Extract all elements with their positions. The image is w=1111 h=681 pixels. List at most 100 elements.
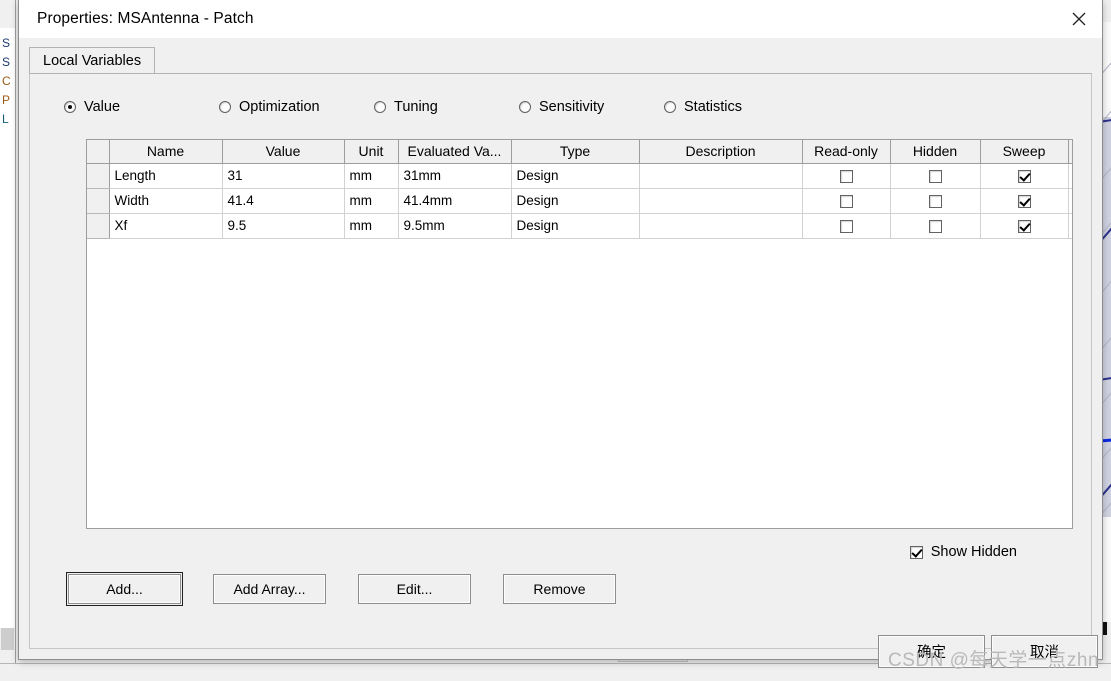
hidden-checkbox[interactable] [928,219,942,233]
row-selector[interactable] [87,188,110,214]
ok-button-label: 确定 [917,645,946,661]
edit-button-label: Edit... [396,581,433,597]
cell-name[interactable]: Width [109,188,223,214]
cell-read-only[interactable] [802,188,891,214]
radio-tuning[interactable]: Tuning [374,99,519,115]
tab-local-variables[interactable]: Local Variables [29,47,156,74]
add-array-button-label: Add Array... [233,581,306,597]
remove-button-label: Remove [533,581,586,597]
read-only-checkbox[interactable] [839,194,853,208]
radio-indicator [374,101,386,113]
table-body: Length 31 mm 31mm Design Width 41.4 mm 4… [87,163,1072,239]
cell-hidden[interactable] [890,188,981,214]
cell-description[interactable] [639,163,803,189]
dialog-confirm-buttons: 确定 取消 [878,635,1098,668]
cell-value[interactable]: 41.4 [222,188,345,214]
cell-name[interactable]: Length [109,163,223,189]
col-header-description[interactable]: Description [639,140,803,164]
col-header-evaluated-value[interactable]: Evaluated Va... [398,140,512,164]
cell-evaluated[interactable]: 41.4mm [398,188,512,214]
cell-spacer [1068,163,1072,189]
tree-item[interactable]: S [0,53,15,72]
add-button-label: Add... [106,581,143,597]
cell-evaluated[interactable]: 9.5mm [398,213,512,239]
sweep-checkbox[interactable] [1017,169,1031,183]
cell-hidden[interactable] [890,163,981,189]
cell-type[interactable]: Design [511,163,640,189]
background-left-toolbar [0,0,16,28]
remove-button[interactable]: Remove [503,574,616,604]
tree-item[interactable]: S [0,34,15,53]
table-row[interactable]: Length 31 mm 31mm Design [87,163,1072,189]
mode-radio-group: Value Optimization Tuning Sensitivity St… [64,94,1081,120]
col-header-unit[interactable]: Unit [344,140,399,164]
cancel-button[interactable]: 取消 [991,635,1098,668]
tab-panel-local-variables: Value Optimization Tuning Sensitivity St… [29,73,1092,649]
tree-item[interactable]: C [0,72,15,91]
cell-sweep[interactable] [980,213,1069,239]
radio-label: Value [84,99,121,115]
add-array-button[interactable]: Add Array... [213,574,326,604]
col-header-type[interactable]: Type [511,140,640,164]
add-button[interactable]: Add... [66,572,183,606]
col-header-name[interactable]: Name [109,140,223,164]
row-selector-header[interactable] [87,140,110,164]
edit-button[interactable]: Edit... [358,574,471,604]
read-only-checkbox[interactable] [839,169,853,183]
cell-name[interactable]: Xf [109,213,223,239]
radio-statistics[interactable]: Statistics [664,99,742,115]
cancel-button-label: 取消 [1030,645,1059,661]
ok-button[interactable]: 确定 [878,635,985,668]
dialog-body: Local Variables Value Optimization Tunin… [19,38,1102,659]
grid-empty-area[interactable] [87,238,1072,528]
tab-label: Local Variables [43,53,142,69]
cell-read-only[interactable] [802,163,891,189]
cell-value[interactable]: 31 [222,163,345,189]
radio-label: Sensitivity [539,99,605,115]
table-header-row: Name Value Unit Evaluated Va... Type Des… [87,140,1072,164]
row-selector[interactable] [87,163,110,189]
radio-sensitivity[interactable]: Sensitivity [519,99,664,115]
cell-unit[interactable]: mm [344,163,399,189]
scrollbar-thumb[interactable] [1,628,14,650]
cell-sweep[interactable] [980,163,1069,189]
show-hidden-checkbox[interactable] [909,545,923,559]
cell-type[interactable]: Design [511,213,640,239]
cell-unit[interactable]: mm [344,188,399,214]
radio-optimization[interactable]: Optimization [219,99,374,115]
cell-hidden[interactable] [890,213,981,239]
variables-grid[interactable]: Name Value Unit Evaluated Va... Type Des… [86,139,1073,529]
tab-strip: Local Variables [29,47,1092,74]
read-only-checkbox[interactable] [839,219,853,233]
row-selector[interactable] [87,213,110,239]
radio-value[interactable]: Value [64,99,219,115]
show-hidden-checkbox-row[interactable]: Show Hidden [909,544,1017,560]
table-row[interactable]: Width 41.4 mm 41.4mm Design [87,188,1072,214]
variables-table: Name Value Unit Evaluated Va... Type Des… [87,140,1072,239]
cell-description[interactable] [639,188,803,214]
tree-item[interactable]: L [0,110,15,129]
col-header-read-only[interactable]: Read-only [802,140,891,164]
cell-unit[interactable]: mm [344,213,399,239]
cell-evaluated[interactable]: 31mm [398,163,512,189]
radio-indicator [64,101,76,113]
dialog-title: Properties: MSAntenna - Patch [37,10,254,27]
background-project-tree[interactable]: S S C P L [0,28,16,628]
close-icon[interactable] [1056,0,1102,38]
sweep-checkbox[interactable] [1017,194,1031,208]
col-header-hidden[interactable]: Hidden [890,140,981,164]
col-header-value[interactable]: Value [222,140,345,164]
tree-item[interactable]: P [0,91,15,110]
cell-value[interactable]: 9.5 [222,213,345,239]
table-row[interactable]: Xf 9.5 mm 9.5mm Design [87,213,1072,239]
cell-description[interactable] [639,213,803,239]
cell-sweep[interactable] [980,188,1069,214]
sweep-checkbox[interactable] [1017,219,1031,233]
cell-type[interactable]: Design [511,188,640,214]
hidden-checkbox[interactable] [928,194,942,208]
cell-read-only[interactable] [802,213,891,239]
col-header-sweep[interactable]: Sweep [980,140,1069,164]
col-header-spacer [1068,140,1072,164]
radio-indicator [219,101,231,113]
hidden-checkbox[interactable] [928,169,942,183]
